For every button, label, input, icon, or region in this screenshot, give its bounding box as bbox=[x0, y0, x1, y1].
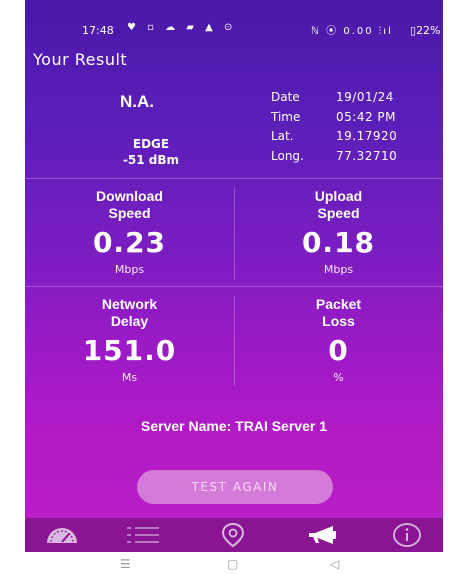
upload-speed-card: Upload Speed 0.18 Mbps bbox=[234, 188, 443, 276]
test-again-button[interactable]: TEST AGAIN bbox=[137, 470, 333, 504]
latitude-label: Lat. bbox=[271, 129, 294, 143]
time-row: Time 05:42 PM bbox=[271, 108, 436, 128]
time-value: 05:42 PM bbox=[336, 109, 396, 124]
packet-loss-card: Packet Loss 0 % bbox=[234, 296, 443, 384]
latitude-row: Lat. 19.17920 bbox=[271, 127, 436, 147]
download-title-line1: Download bbox=[96, 188, 163, 204]
upload-unit: Mbps bbox=[323, 263, 354, 276]
download-value: 0.23 bbox=[92, 226, 167, 259]
test-details: Date 19/01/24 Time 05:42 PM Lat. 19.1792… bbox=[271, 88, 436, 166]
upload-title: Upload Speed bbox=[234, 188, 443, 222]
upload-title-line1: Upload bbox=[314, 188, 363, 204]
operator-name: N.A. bbox=[120, 92, 154, 111]
horizontal-divider bbox=[25, 286, 443, 287]
network-tech: EDGE -51 dBm bbox=[101, 136, 201, 168]
upload-value: 0.18 bbox=[301, 226, 376, 259]
nav-feedback[interactable] bbox=[293, 520, 353, 550]
result-info-panel: N.A. EDGE -51 dBm Date 19/01/24 Time 05:… bbox=[25, 82, 443, 179]
delay-value: 151.0 bbox=[82, 334, 177, 367]
loss-title-line1: Packet bbox=[315, 296, 362, 312]
longitude-row: Long. 77.32710 bbox=[271, 147, 436, 167]
location-pin-icon bbox=[221, 522, 245, 548]
megaphone-icon bbox=[309, 526, 336, 544]
delay-unit: Ms bbox=[121, 371, 138, 384]
page-title: Your Result bbox=[33, 50, 128, 69]
phone-frame: 17:48 ♥ ▫ ☁ ▰ ▲ ⊙ ℕ ⦿ 0.00 ⫶ıl ▯22% Your… bbox=[25, 0, 443, 575]
upload-title-line2: Speed bbox=[317, 205, 360, 221]
delay-title-line1: Network bbox=[101, 296, 158, 312]
info-icon bbox=[393, 523, 421, 547]
download-speed-card: Download Speed 0.23 Mbps bbox=[25, 188, 234, 276]
signal-strength: -51 dBm bbox=[122, 153, 180, 167]
loss-title-line2: Loss bbox=[322, 313, 355, 329]
network-delay-card: Network Delay 151.0 Ms bbox=[25, 296, 234, 384]
nav-speedtest[interactable] bbox=[32, 520, 92, 550]
connectivity-icons: ℕ ⦿ 0.00 ⫶ıl bbox=[311, 26, 393, 37]
loss-unit: % bbox=[333, 371, 344, 384]
back-icon[interactable]: ◁ bbox=[330, 557, 339, 571]
download-title: Download Speed bbox=[25, 188, 234, 222]
time-label: Time bbox=[271, 109, 301, 124]
latitude-value: 19.17920 bbox=[336, 129, 398, 143]
download-title-line2: Speed bbox=[108, 205, 151, 221]
system-navigation-bar: ☰ ▢ ◁ bbox=[25, 552, 443, 575]
metrics-grid: Download Speed 0.23 Mbps Upload Speed 0.… bbox=[25, 180, 443, 396]
battery-percent: 22% bbox=[416, 24, 441, 37]
list-icon bbox=[127, 527, 159, 543]
notification-icons: ♥ ▫ ☁ ▰ ▲ ⊙ bbox=[127, 22, 237, 33]
download-unit: Mbps bbox=[114, 263, 145, 276]
loss-value: 0 bbox=[328, 334, 349, 367]
nav-map[interactable] bbox=[203, 520, 263, 550]
nav-info[interactable] bbox=[377, 520, 437, 550]
app-screen: 17:48 ♥ ▫ ☁ ▰ ▲ ⊙ ℕ ⦿ 0.00 ⫶ıl ▯22% Your… bbox=[25, 0, 443, 552]
bottom-navigation bbox=[25, 518, 443, 552]
delay-title: Network Delay bbox=[25, 296, 234, 330]
date-value: 19/01/24 bbox=[336, 90, 394, 104]
battery-indicator: ▯22% bbox=[410, 24, 441, 37]
status-bar: 17:48 ♥ ▫ ☁ ▰ ▲ ⊙ ℕ ⦿ 0.00 ⫶ıl ▯22% bbox=[25, 0, 443, 40]
date-row: Date 19/01/24 bbox=[271, 88, 436, 108]
status-time: 17:48 bbox=[82, 24, 114, 37]
home-icon[interactable]: ▢ bbox=[227, 557, 238, 571]
date-label: Date bbox=[271, 90, 300, 104]
delay-title-line2: Delay bbox=[110, 313, 149, 329]
server-name: Server Name: TRAI Server 1 bbox=[141, 418, 327, 434]
loss-title: Packet Loss bbox=[234, 296, 443, 330]
nav-history[interactable] bbox=[113, 520, 173, 550]
longitude-value: 77.32710 bbox=[336, 148, 398, 163]
network-type: EDGE bbox=[132, 137, 170, 151]
speedometer-icon bbox=[47, 528, 77, 543]
longitude-label: Long. bbox=[271, 148, 304, 163]
recent-apps-icon[interactable]: ☰ bbox=[120, 557, 131, 571]
